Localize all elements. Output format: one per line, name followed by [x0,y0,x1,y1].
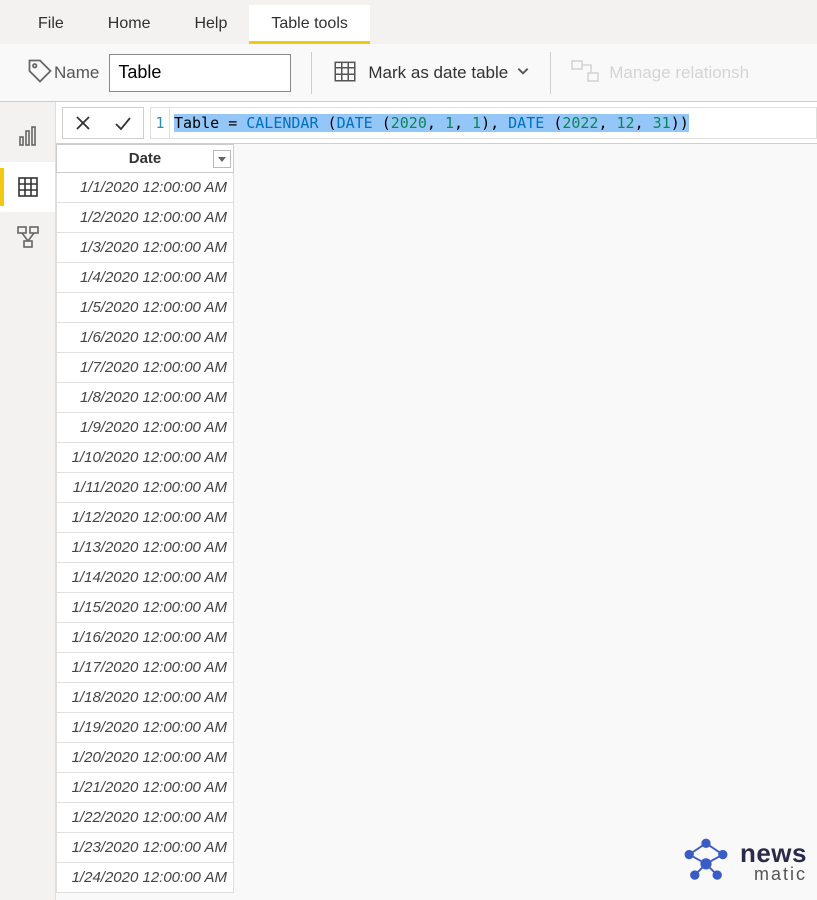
cell-date[interactable]: 1/9/2020 12:00:00 AM [57,413,234,443]
manage-relationships-group[interactable]: Manage relationsh [557,44,763,101]
cell-date[interactable]: 1/21/2020 12:00:00 AM [57,773,234,803]
cell-date[interactable]: 1/3/2020 12:00:00 AM [57,233,234,263]
formula-bar: 1 Table = CALENDAR (DATE (2020, 1, 1), D… [56,102,817,144]
manage-relationships-label: Manage relationsh [609,63,749,83]
cell-date[interactable]: 1/15/2020 12:00:00 AM [57,593,234,623]
table-row[interactable]: 1/5/2020 12:00:00 AM [57,293,234,323]
cell-date[interactable]: 1/10/2020 12:00:00 AM [57,443,234,473]
cell-date[interactable]: 1/4/2020 12:00:00 AM [57,263,234,293]
table-row[interactable]: 1/19/2020 12:00:00 AM [57,713,234,743]
table-row[interactable]: 1/9/2020 12:00:00 AM [57,413,234,443]
table-row[interactable]: 1/11/2020 12:00:00 AM [57,473,234,503]
table-row[interactable]: 1/12/2020 12:00:00 AM [57,503,234,533]
cell-date[interactable]: 1/18/2020 12:00:00 AM [57,683,234,713]
cell-date[interactable]: 1/14/2020 12:00:00 AM [57,563,234,593]
formula-buttons [62,107,144,139]
mark-date-group[interactable]: Mark as date table [318,44,544,101]
table-row[interactable]: 1/20/2020 12:00:00 AM [57,743,234,773]
table-row[interactable]: 1/10/2020 12:00:00 AM [57,443,234,473]
nav-model-view[interactable] [0,212,55,262]
cell-date[interactable]: 1/22/2020 12:00:00 AM [57,803,234,833]
nav-data-view[interactable] [0,162,55,212]
table-row[interactable]: 1/2/2020 12:00:00 AM [57,203,234,233]
table-row[interactable]: 1/1/2020 12:00:00 AM [57,173,234,203]
content: 1 Table = CALENDAR (DATE (2020, 1, 1), D… [56,102,817,900]
formula-line-number: 1 [150,107,170,139]
cell-date[interactable]: 1/8/2020 12:00:00 AM [57,383,234,413]
table-row[interactable]: 1/23/2020 12:00:00 AM [57,833,234,863]
table-row[interactable]: 1/17/2020 12:00:00 AM [57,653,234,683]
cancel-formula-button[interactable] [63,108,103,138]
table-name-input[interactable] [109,54,291,92]
tab-help[interactable]: Help [172,5,249,44]
table-row[interactable]: 1/22/2020 12:00:00 AM [57,803,234,833]
tab-file[interactable]: File [16,5,86,44]
tab-table-tools[interactable]: Table tools [249,5,370,44]
cell-date[interactable]: 1/5/2020 12:00:00 AM [57,293,234,323]
cell-date[interactable]: 1/12/2020 12:00:00 AM [57,503,234,533]
main-area: 1 Table = CALENDAR (DATE (2020, 1, 1), D… [0,102,817,900]
ribbon-tabs: File Home Help Table tools [0,0,817,44]
cell-date[interactable]: 1/24/2020 12:00:00 AM [57,863,234,893]
table-row[interactable]: 1/21/2020 12:00:00 AM [57,773,234,803]
chevron-down-icon [516,64,530,81]
table-row[interactable]: 1/13/2020 12:00:00 AM [57,533,234,563]
column-header-label: Date [129,150,162,167]
relationship-icon [571,60,599,85]
name-group: Name [12,44,305,101]
column-filter-button[interactable] [213,150,231,168]
commit-formula-button[interactable] [103,108,143,138]
cell-date[interactable]: 1/11/2020 12:00:00 AM [57,473,234,503]
tag-icon [26,57,54,88]
data-grid: Date 1/1/2020 12:00:00 AM1/2/2020 12:00:… [56,144,817,893]
mark-date-label: Mark as date table [368,63,508,83]
cell-date[interactable]: 1/13/2020 12:00:00 AM [57,533,234,563]
table-row[interactable]: 1/4/2020 12:00:00 AM [57,263,234,293]
table-row[interactable]: 1/3/2020 12:00:00 AM [57,233,234,263]
toolbar-divider [550,52,551,94]
cell-date[interactable]: 1/2/2020 12:00:00 AM [57,203,234,233]
cell-date[interactable]: 1/7/2020 12:00:00 AM [57,353,234,383]
table-row[interactable]: 1/6/2020 12:00:00 AM [57,323,234,353]
nav-rail [0,102,56,900]
nav-report-view[interactable] [0,112,55,162]
cell-date[interactable]: 1/17/2020 12:00:00 AM [57,653,234,683]
data-table: Date 1/1/2020 12:00:00 AM1/2/2020 12:00:… [56,144,234,893]
cell-date[interactable]: 1/6/2020 12:00:00 AM [57,323,234,353]
cell-date[interactable]: 1/19/2020 12:00:00 AM [57,713,234,743]
name-label: Name [54,63,99,83]
tab-home[interactable]: Home [86,5,173,44]
calendar-icon [332,58,358,87]
table-row[interactable]: 1/8/2020 12:00:00 AM [57,383,234,413]
table-row[interactable]: 1/24/2020 12:00:00 AM [57,863,234,893]
toolbar-divider [311,52,312,94]
table-row[interactable]: 1/15/2020 12:00:00 AM [57,593,234,623]
cell-date[interactable]: 1/16/2020 12:00:00 AM [57,623,234,653]
cell-date[interactable]: 1/20/2020 12:00:00 AM [57,743,234,773]
column-header-date[interactable]: Date [57,145,234,173]
cell-date[interactable]: 1/1/2020 12:00:00 AM [57,173,234,203]
ribbon-toolbar: Name Mark as date table Manage r [0,44,817,102]
table-row[interactable]: 1/7/2020 12:00:00 AM [57,353,234,383]
cell-date[interactable]: 1/23/2020 12:00:00 AM [57,833,234,863]
table-row[interactable]: 1/16/2020 12:00:00 AM [57,623,234,653]
formula-input[interactable]: Table = CALENDAR (DATE (2020, 1, 1), DAT… [170,107,817,139]
table-row[interactable]: 1/14/2020 12:00:00 AM [57,563,234,593]
table-row[interactable]: 1/18/2020 12:00:00 AM [57,683,234,713]
